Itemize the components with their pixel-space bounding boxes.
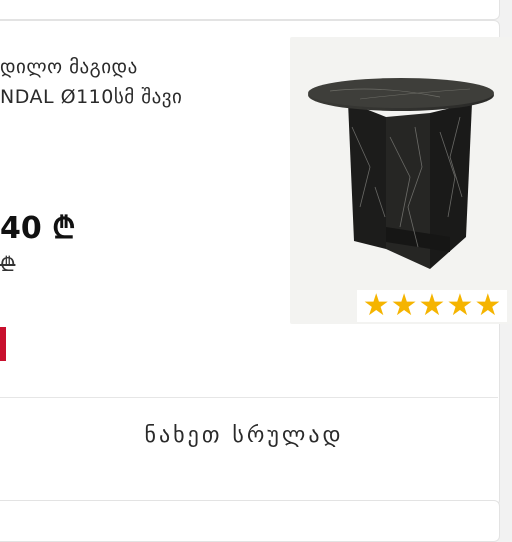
view-full-button[interactable]: ნახეთ სრულად <box>0 400 498 470</box>
product-old-price: ₾ <box>0 252 16 276</box>
star-icon: ★ <box>362 288 390 323</box>
star-icon: ★ <box>474 288 502 323</box>
next-product-card <box>0 500 500 542</box>
star-icon: ★ <box>418 288 446 323</box>
product-price: 40 ₾ <box>0 211 76 246</box>
star-rating: ★ ★ ★ ★ ★ <box>357 290 507 322</box>
previous-product-card <box>0 0 500 20</box>
star-icon: ★ <box>446 288 474 323</box>
product-image[interactable] <box>290 37 512 324</box>
round-table-image <box>308 78 494 269</box>
sale-badge <box>0 327 6 361</box>
star-icon: ★ <box>390 288 418 323</box>
divider <box>0 397 498 398</box>
product-title[interactable]: დილო მაგიდა NDAL Ø110სმ შავი <box>0 52 285 112</box>
